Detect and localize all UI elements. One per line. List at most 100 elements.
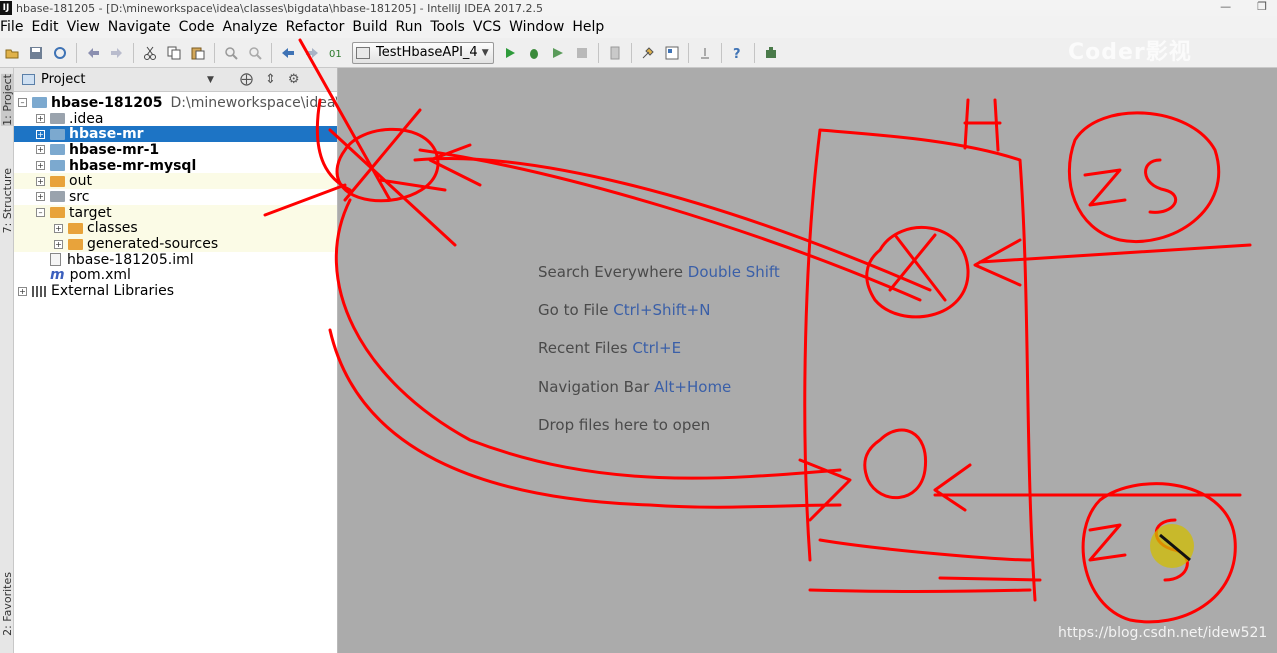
tab-structure[interactable]: 7: Structure [1, 168, 14, 233]
tree-node-label: src [69, 188, 90, 205]
tree-node-label: hbase-mr [69, 126, 144, 143]
expand-toggle-icon[interactable]: + [18, 286, 27, 296]
paste-icon[interactable] [187, 42, 209, 64]
menu-view[interactable]: View [63, 16, 104, 38]
tab-project[interactable]: 1: Project [1, 74, 14, 126]
intellij-logo-icon: IJ [0, 1, 12, 15]
expand-toggle-icon[interactable]: + [36, 145, 45, 155]
menu-code[interactable]: Code [175, 16, 219, 38]
project-tree: – hbase-181205 D:\mineworkspace\idea\cla… [14, 92, 337, 299]
run-icon[interactable] [499, 42, 521, 64]
minimize-icon[interactable]: — [1220, 0, 1231, 13]
hint-text: Navigation Bar [538, 378, 650, 396]
redo-icon[interactable] [106, 42, 128, 64]
tree-node-pom[interactable]: m pom.xml [14, 267, 337, 284]
expand-toggle-icon[interactable]: + [36, 161, 45, 171]
collapse-toggle-icon[interactable]: – [18, 98, 27, 108]
cut-icon[interactable] [139, 42, 161, 64]
hint-go-to-file: Go to File Ctrl+Shift+N [538, 301, 710, 319]
vcs-icon[interactable] [604, 42, 626, 64]
tree-node-hbase-mr-1[interactable]: + hbase-mr-1 [14, 142, 337, 158]
tree-node-idea[interactable]: + .idea [14, 111, 337, 127]
run-configuration-selector[interactable]: TestHbaseAPI_4 ▼ [352, 41, 494, 64]
menu-window[interactable]: Window [505, 16, 568, 38]
forward-icon[interactable] [301, 42, 323, 64]
make-project-icon[interactable]: 01 [325, 42, 347, 64]
settings-icon[interactable] [637, 42, 659, 64]
tree-node-hbase-mr-mysql[interactable]: + hbase-mr-mysql [14, 158, 337, 174]
collapse-toggle-icon[interactable]: – [36, 208, 45, 218]
menu-help[interactable]: Help [568, 16, 608, 38]
expand-toggle-icon[interactable]: + [54, 239, 63, 249]
menu-run[interactable]: Run [392, 16, 427, 38]
sync-icon[interactable] [49, 42, 71, 64]
replace-icon[interactable] [244, 42, 266, 64]
copy-icon[interactable] [163, 42, 185, 64]
menu-edit[interactable]: Edit [27, 16, 62, 38]
back-icon[interactable] [277, 42, 299, 64]
watermark-brand: Coder影视 [1068, 40, 1192, 65]
tree-node-label: pom.xml [69, 267, 131, 284]
stop-icon[interactable] [571, 42, 593, 64]
hint-navigation-bar: Navigation Bar Alt+Home [538, 378, 731, 396]
project-panel-title[interactable]: Project [41, 72, 85, 87]
toolbar-separator [687, 42, 689, 63]
gear-icon[interactable]: ⚙ [288, 72, 300, 87]
undo-icon[interactable] [82, 42, 104, 64]
hint-text: Recent Files [538, 339, 628, 357]
folder-icon [50, 113, 65, 125]
expand-toggle-icon[interactable]: + [36, 129, 45, 139]
open-folder-icon[interactable] [1, 42, 23, 64]
tree-node-generated-sources[interactable]: + generated-sources [14, 236, 337, 252]
project-panel: Project ▼ ⨁ ⇕ ⚙ – hbase-181205 D:\minewo… [14, 68, 338, 653]
project-structure-icon[interactable] [661, 42, 683, 64]
module-folder-icon [50, 160, 65, 172]
tree-node-external-libraries[interactable]: + External Libraries [14, 283, 337, 299]
menu-refactor[interactable]: Refactor [282, 16, 349, 38]
toolbar-separator [214, 42, 215, 63]
svg-text:01: 01 [329, 49, 342, 60]
left-tool-strip: 1: Project 7: Structure 2: Favorites [0, 68, 14, 653]
expand-toggle-icon[interactable]: + [36, 114, 45, 124]
plugin-icon[interactable] [760, 42, 782, 64]
menu-build[interactable]: Build [348, 16, 391, 38]
svg-text:?: ? [733, 47, 741, 60]
toolbar-separator [753, 42, 755, 63]
debug-icon[interactable] [523, 42, 545, 64]
tree-node-label: out [69, 173, 92, 190]
expand-toggle-icon[interactable]: + [36, 176, 45, 186]
toolbar-separator [597, 42, 599, 63]
menu-tools[interactable]: Tools [426, 16, 469, 38]
tree-node-label: External Libraries [51, 283, 174, 300]
chevron-down-icon[interactable]: ▼ [207, 75, 214, 85]
tree-node-target[interactable]: – target [14, 205, 337, 221]
scroll-from-source-icon[interactable]: ⨁ [240, 72, 253, 87]
window-controls: — ❐ [1220, 0, 1267, 13]
menu-file[interactable]: File [0, 16, 27, 38]
menu-vcs[interactable]: VCS [469, 16, 505, 38]
menu-analyze[interactable]: Analyze [218, 16, 281, 38]
expand-toggle-icon[interactable]: + [54, 223, 63, 233]
tree-node-classes[interactable]: + classes [14, 220, 337, 236]
tree-node-label: target [69, 204, 112, 221]
sdk-icon[interactable] [694, 42, 716, 64]
tab-favorites[interactable]: 2: Favorites [1, 572, 14, 636]
restore-icon[interactable]: ❐ [1257, 0, 1267, 13]
find-icon[interactable] [220, 42, 242, 64]
editor-empty-area[interactable]: Search Everywhere Double Shift Go to Fil… [338, 68, 1277, 653]
collapse-all-icon[interactable]: ⇕ [265, 72, 276, 87]
save-all-icon[interactable] [25, 42, 47, 64]
tree-node-out[interactable]: + out [14, 173, 337, 189]
module-folder-icon [32, 97, 47, 109]
iml-file-icon [50, 253, 61, 267]
tree-node-src[interactable]: + src [14, 189, 337, 205]
expand-toggle-icon[interactable]: + [36, 192, 45, 202]
help-icon[interactable]: ? [727, 42, 749, 64]
excluded-folder-icon [50, 207, 65, 219]
tree-node-hbase-mr[interactable]: + hbase-mr [14, 126, 337, 142]
tree-node-iml-file[interactable]: hbase-181205.iml [14, 252, 337, 268]
menu-navigate[interactable]: Navigate [104, 16, 175, 38]
hint-drop-files: Drop files here to open [538, 416, 710, 434]
coverage-icon[interactable] [547, 42, 569, 64]
tree-node-root[interactable]: – hbase-181205 D:\mineworkspace\idea\cla [14, 95, 337, 111]
